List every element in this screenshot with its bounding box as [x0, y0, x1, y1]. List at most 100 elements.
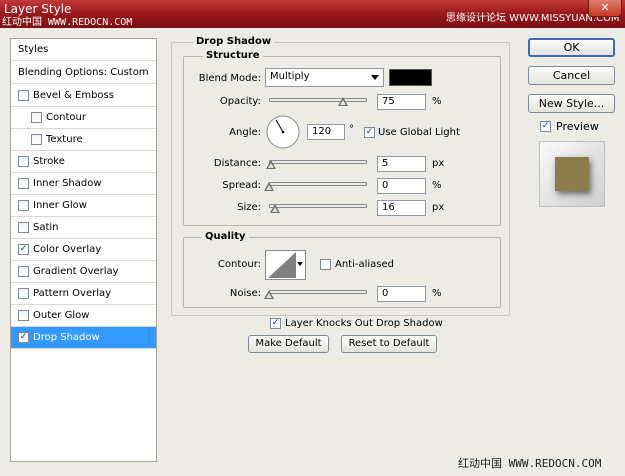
spread-unit: %	[432, 180, 442, 191]
anti-aliased-label: Anti-aliased	[335, 259, 395, 270]
style-item-outer-glow-checkbox[interactable]	[18, 310, 29, 321]
blending-options-item[interactable]: Blending Options: Custom	[11, 62, 156, 84]
style-item-label: Drop Shadow	[33, 332, 100, 343]
style-item-stroke[interactable]: Stroke	[11, 151, 156, 173]
watermark-bottom: 红动中国 WWW.REDOCN.COM	[458, 457, 602, 470]
styles-header[interactable]: Styles	[11, 39, 156, 61]
cancel-button[interactable]: Cancel	[528, 66, 615, 85]
style-item-gradient-overlay-checkbox[interactable]	[18, 266, 29, 277]
style-item-stroke-checkbox[interactable]	[18, 156, 29, 167]
opacity-slider-track[interactable]	[269, 98, 367, 102]
size-label: Size:	[237, 202, 261, 213]
contour-preview-icon	[268, 252, 296, 278]
size-unit: px	[432, 202, 445, 213]
noise-unit: %	[432, 288, 442, 299]
preview-box	[539, 141, 605, 207]
preview-checkbox[interactable]	[540, 121, 551, 132]
style-item-label: Stroke	[33, 156, 65, 167]
style-item-inner-shadow-checkbox[interactable]	[18, 178, 29, 189]
opacity-slider-thumb[interactable]	[337, 97, 348, 107]
close-button[interactable]: ✕	[588, 0, 622, 17]
spread-slider-thumb[interactable]	[264, 182, 274, 192]
blending-options-label: Blending Options: Custom	[18, 67, 149, 78]
use-global-light-checkbox[interactable]	[364, 127, 375, 138]
style-item-satin[interactable]: Satin	[11, 217, 156, 239]
style-item-contour[interactable]: Contour	[11, 107, 156, 129]
knockout-label: Layer Knocks Out Drop Shadow	[285, 318, 443, 329]
spread-label: Spread:	[222, 180, 261, 191]
shadow-color-swatch[interactable]	[389, 69, 432, 86]
style-item-label: Inner Shadow	[33, 178, 102, 189]
reset-to-default-button[interactable]: Reset to Default	[341, 335, 437, 353]
style-item-satin-checkbox[interactable]	[18, 222, 29, 233]
anti-aliased-checkbox[interactable]	[320, 259, 331, 270]
style-item-label: Outer Glow	[33, 310, 90, 321]
angle-input[interactable]: 120	[307, 124, 345, 140]
noise-label: Noise:	[229, 288, 261, 299]
style-item-pattern-overlay[interactable]: Pattern Overlay	[11, 283, 156, 305]
style-item-color-overlay[interactable]: Color Overlay	[11, 239, 156, 261]
style-item-drop-shadow[interactable]: Drop Shadow	[11, 327, 156, 349]
style-item-inner-shadow[interactable]: Inner Shadow	[11, 173, 156, 195]
ok-button[interactable]: OK	[528, 38, 615, 57]
style-item-label: Pattern Overlay	[33, 288, 112, 299]
style-item-color-overlay-checkbox[interactable]	[18, 244, 29, 255]
contour-dropdown-icon	[297, 262, 303, 266]
style-item-texture[interactable]: Texture	[11, 129, 156, 151]
opacity-input[interactable]: 75	[377, 94, 426, 110]
angle-label: Angle:	[229, 127, 261, 138]
styles-header-label: Styles	[18, 44, 49, 55]
style-item-inner-glow[interactable]: Inner Glow	[11, 195, 156, 217]
styles-list: Styles Blending Options: Custom Bevel & …	[10, 38, 157, 462]
style-item-gradient-overlay[interactable]: Gradient Overlay	[11, 261, 156, 283]
structure-title: Structure	[203, 50, 263, 61]
quality-title: Quality	[202, 231, 249, 242]
blend-mode-value: Multiply	[270, 71, 310, 82]
distance-label: Distance:	[213, 158, 261, 169]
distance-unit: px	[432, 158, 445, 169]
distance-slider-thumb[interactable]	[265, 160, 276, 170]
style-item-label: Texture	[46, 134, 83, 145]
watermark-left: 红动中国 WWW.REDOCN.COM	[2, 17, 133, 28]
style-item-pattern-overlay-checkbox[interactable]	[18, 288, 29, 299]
spread-slider-track[interactable]	[269, 182, 367, 186]
preview-swatch	[555, 157, 589, 191]
opacity-label: Opacity:	[219, 96, 261, 107]
use-global-light-label: Use Global Light	[378, 127, 460, 138]
drop-shadow-title: Drop Shadow	[193, 36, 275, 47]
contour-picker[interactable]	[265, 250, 306, 280]
style-item-drop-shadow-checkbox[interactable]	[18, 332, 29, 343]
size-input[interactable]: 16	[377, 200, 426, 216]
blend-mode-select[interactable]: Multiply	[265, 68, 384, 87]
close-icon: ✕	[600, 1, 610, 14]
new-style-button[interactable]: New Style...	[528, 94, 615, 113]
noise-input[interactable]: 0	[377, 286, 426, 302]
blend-mode-label: Blend Mode:	[198, 73, 261, 84]
style-item-label: Gradient Overlay	[33, 266, 119, 277]
style-item-label: Inner Glow	[33, 200, 87, 211]
noise-slider-track[interactable]	[269, 290, 367, 294]
style-item-bevel-emboss[interactable]: Bevel & Emboss	[11, 85, 156, 107]
size-slider-track[interactable]	[269, 204, 367, 208]
style-item-label: Satin	[33, 222, 59, 233]
style-item-label: Bevel & Emboss	[33, 90, 114, 101]
angle-dial[interactable]	[265, 114, 301, 150]
style-item-contour-checkbox[interactable]	[31, 112, 42, 123]
style-item-texture-checkbox[interactable]	[31, 134, 42, 145]
angle-unit: °	[349, 124, 354, 135]
style-item-outer-glow[interactable]: Outer Glow	[11, 305, 156, 327]
size-slider-thumb[interactable]	[270, 204, 281, 214]
spread-input[interactable]: 0	[377, 178, 426, 194]
chevron-down-icon	[371, 75, 379, 80]
make-default-button[interactable]: Make Default	[248, 335, 329, 353]
style-item-inner-glow-checkbox[interactable]	[18, 200, 29, 211]
preview-label: Preview	[556, 120, 599, 133]
style-item-bevel-emboss-checkbox[interactable]	[18, 90, 29, 101]
contour-label: Contour:	[217, 259, 261, 270]
knockout-checkbox[interactable]	[270, 318, 281, 329]
noise-slider-thumb[interactable]	[264, 290, 274, 300]
distance-input[interactable]: 5	[377, 156, 426, 172]
title-bar: Layer Style 红动中国 WWW.REDOCN.COM 思缘设计论坛 W…	[0, 0, 625, 28]
distance-slider-track[interactable]	[269, 160, 367, 164]
opacity-unit: %	[432, 96, 442, 107]
